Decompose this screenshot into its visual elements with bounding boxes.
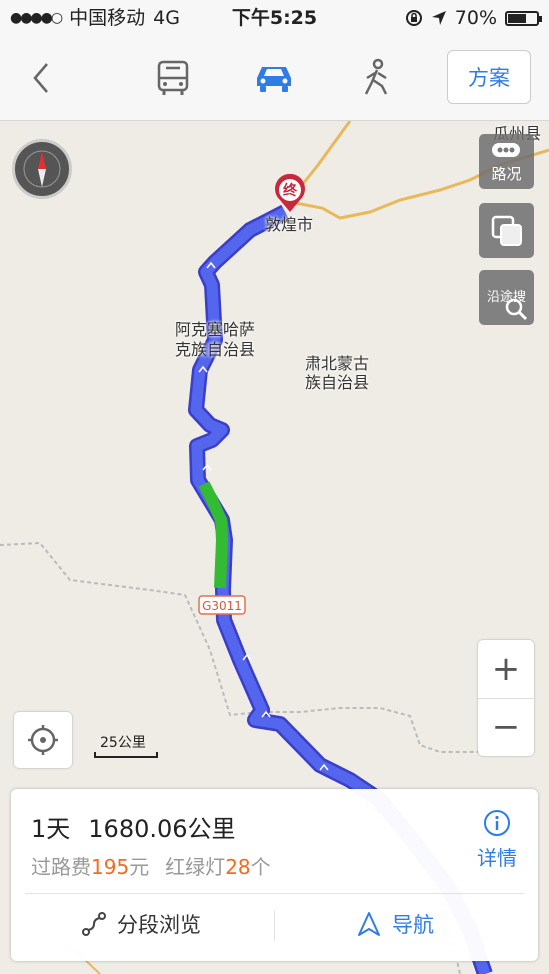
locate-me-button[interactable] [14, 712, 72, 768]
info-icon [484, 810, 510, 836]
card-vertical-divider [274, 911, 275, 941]
route-summary-card: 1天 1680.06公里 过路费195元 红绿灯28个 详情 分段浏览 导航 [11, 789, 538, 961]
toll-label: 过路费 [31, 855, 91, 879]
battery-icon [505, 10, 542, 26]
layers-icon [491, 215, 522, 246]
navigation-bar: 方案 [0, 36, 549, 121]
layers-button[interactable] [479, 203, 534, 258]
crosshair-icon [28, 725, 58, 755]
toll-amount: 195 [91, 855, 130, 879]
map-label-akesai-line2: 克族自治县 [174, 340, 255, 359]
back-button[interactable] [25, 56, 65, 100]
zoom-in-button[interactable]: + [478, 640, 534, 699]
battery-percent: 70% [454, 7, 497, 29]
battery-fill [508, 13, 527, 23]
mode-car-button[interactable] [252, 58, 296, 98]
navigate-button[interactable]: 导航 [356, 909, 434, 939]
scale-bar [94, 752, 158, 758]
mode-bus-button[interactable] [151, 58, 195, 98]
compass-button[interactable] [12, 139, 72, 199]
traffic-icon [492, 143, 520, 157]
segment-browse-button[interactable]: 分段浏览 [81, 909, 201, 939]
route-summary: 1天 1680.06公里 [31, 809, 236, 844]
plan-button[interactable]: 方案 [447, 50, 531, 104]
details-button[interactable]: 详情 [474, 809, 520, 871]
rotation-lock-icon [405, 10, 422, 26]
navigate-label: 导航 [392, 913, 434, 937]
magnifier-icon [505, 298, 528, 321]
zoom-control: + − [478, 640, 534, 756]
map-label-dunhuang: 敦煌市 [264, 215, 313, 234]
route-congestion-segment [198, 481, 229, 589]
location-arrow-icon [431, 11, 446, 25]
zoom-out-button[interactable]: − [478, 698, 534, 756]
chevron-left-icon [33, 63, 48, 93]
car-icon [257, 67, 291, 92]
walking-person-icon [364, 58, 388, 95]
map-label-subei-line2: 族自治县 [304, 373, 369, 392]
traffic-button[interactable]: 路况 [479, 134, 534, 189]
along-route-search-button[interactable]: 沿途搜 [479, 270, 534, 325]
road-label-g3011: G3011 [202, 599, 242, 613]
navigation-arrow-icon [358, 912, 380, 936]
route-fees: 过路费195元 红绿灯28个 [31, 851, 271, 880]
map-scale: 25公里 [92, 734, 162, 762]
details-label: 详情 [477, 846, 517, 870]
traffic-label: 路况 [491, 165, 522, 183]
compass-icon [23, 150, 61, 188]
route-distance: 1680.06公里 [88, 815, 236, 843]
route-segments-icon [82, 912, 106, 936]
map-label-subei-line1: 肃北蒙古 [304, 354, 369, 373]
segment-browse-label: 分段浏览 [117, 913, 201, 937]
scale-text: 25公里 [100, 735, 146, 751]
map-label-akesai-line1: 阿克塞哈萨 [174, 320, 255, 339]
card-divider [25, 893, 524, 894]
bus-icon [157, 60, 189, 95]
end-marker-label: 终 [283, 183, 297, 199]
toll-unit: 元 [129, 855, 150, 879]
status-right: 70% [405, 0, 542, 36]
mode-walk-button[interactable] [354, 58, 398, 98]
route-duration: 1天 [31, 815, 71, 843]
status-bar: ●●●●○ 中国移动 4G 下午5:25 70% [0, 0, 549, 36]
traffic-lights-label: 红绿灯 [165, 855, 226, 879]
traffic-lights-count: 28 [225, 855, 251, 879]
traffic-lights-unit: 个 [250, 855, 271, 879]
